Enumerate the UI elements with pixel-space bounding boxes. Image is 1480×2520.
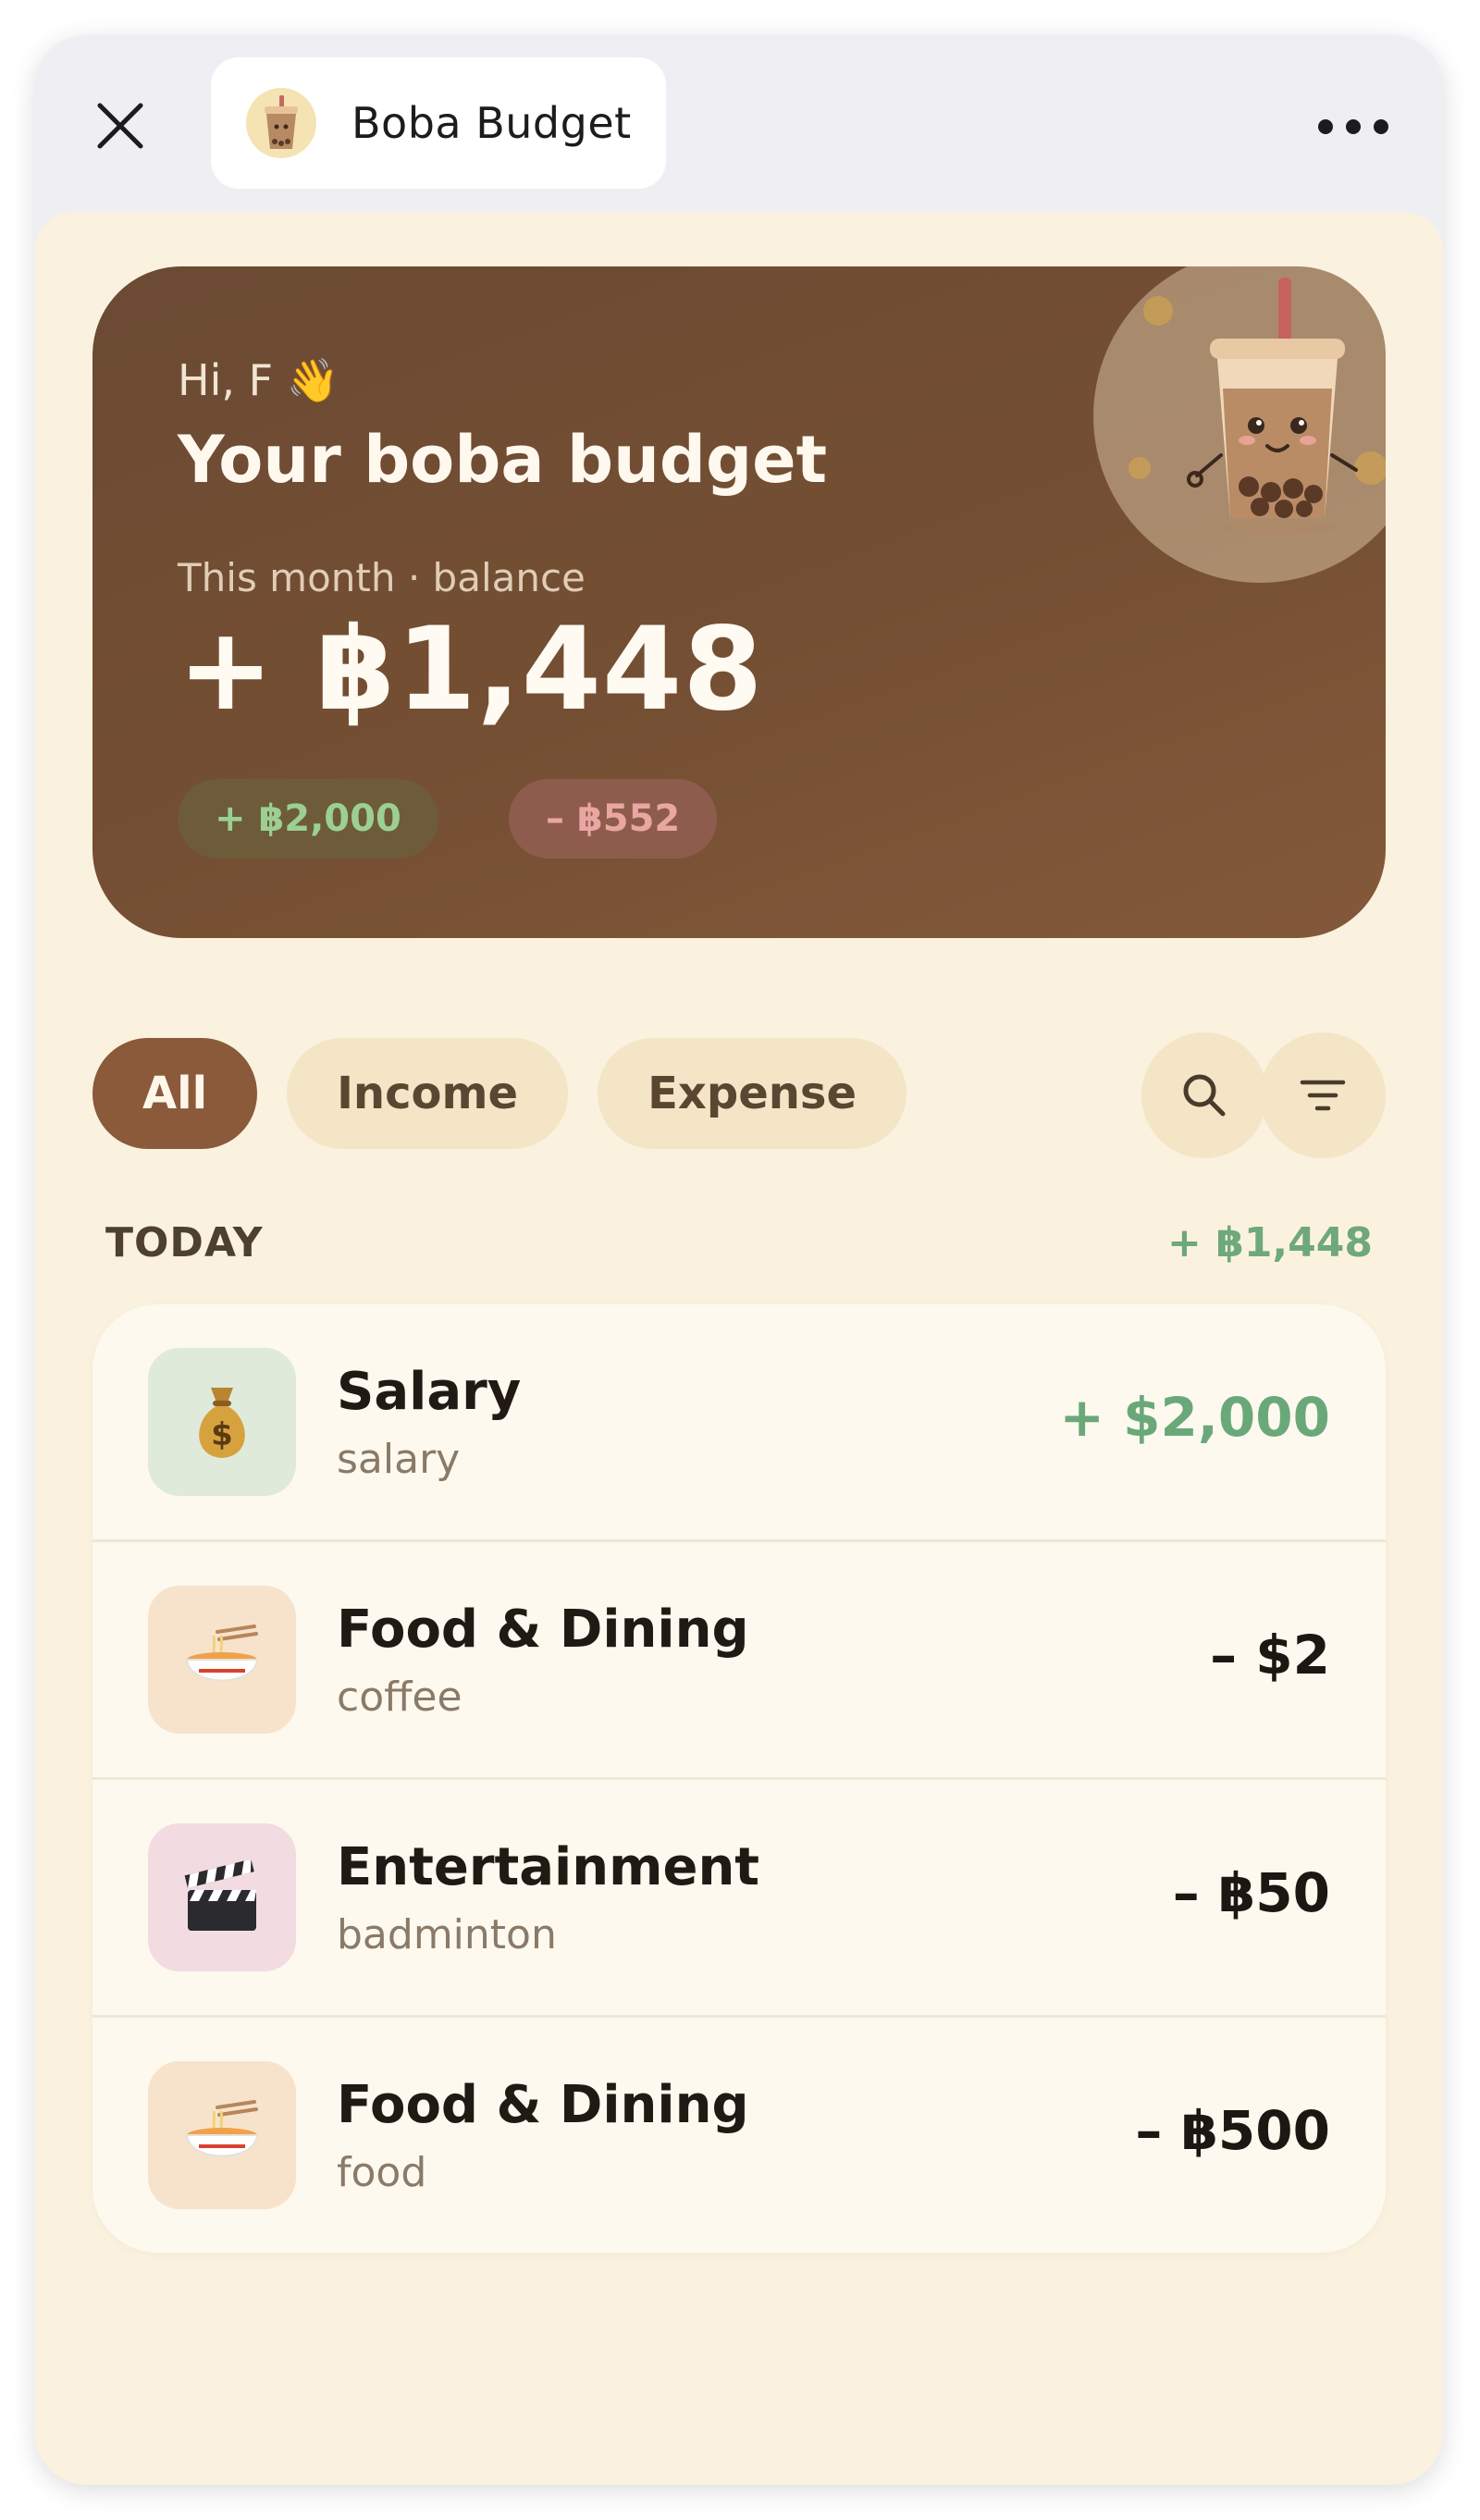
filter-tabs: All Income Expense	[92, 1038, 907, 1149]
transaction-amount: – ฿500	[1135, 2099, 1330, 2162]
clapperboard-icon	[148, 1823, 296, 1971]
filter-income-tab[interactable]: Income	[287, 1038, 569, 1149]
transaction-row[interactable]: Food & Dining coffee – $2	[92, 1542, 1386, 1780]
more-options-button[interactable]	[1312, 94, 1395, 159]
boba-mascot-icon	[1128, 278, 1386, 535]
filter-expense-tab[interactable]: Expense	[598, 1038, 907, 1149]
transaction-title: Salary	[337, 1362, 522, 1422]
filter-all-tab[interactable]: All	[92, 1038, 258, 1149]
transaction-title: Food & Dining	[337, 1600, 749, 1660]
income-total-chip: + ฿2,000	[178, 779, 438, 859]
balance-label: This month · balance	[178, 555, 586, 600]
transaction-note: food	[337, 2149, 427, 2196]
boba-mascot-badge	[1093, 266, 1386, 583]
app-window: Boba Budget Hi, F 👋 Your boba budget Thi…	[35, 35, 1443, 2485]
transaction-amount: + $2,000	[1059, 1386, 1330, 1449]
transaction-note: coffee	[337, 1674, 462, 1721]
app-logo	[246, 88, 316, 158]
main-content: Hi, F 👋 Your boba budget This month · ba…	[35, 213, 1443, 2485]
transaction-row[interactable]: $ Salary salary + $2,000	[92, 1304, 1386, 1542]
filter-lines-icon	[1300, 1080, 1346, 1111]
transaction-list: $ Salary salary + $2,000 Food & Dining c…	[92, 1304, 1386, 2253]
close-button[interactable]	[83, 89, 157, 163]
app-title-pill[interactable]: Boba Budget	[211, 57, 666, 189]
boba-cup-icon	[265, 95, 298, 149]
balance-amount: + ฿1,448	[178, 603, 764, 736]
transaction-note: badminton	[337, 1911, 557, 1958]
section-total: + ฿1,448	[1167, 1219, 1373, 1266]
transaction-row[interactable]: Entertainment badminton – ฿50	[92, 1780, 1386, 2018]
hero-title: Your boba budget	[178, 422, 828, 498]
noodle-bowl-icon	[148, 1586, 296, 1734]
transaction-title: Entertainment	[337, 1837, 760, 1897]
app-title: Boba Budget	[352, 98, 632, 148]
transaction-amount: – ฿50	[1172, 1861, 1330, 1924]
noodle-bowl-icon	[148, 2061, 296, 2209]
money-bag-icon: $	[148, 1348, 296, 1496]
top-bar: Boba Budget	[35, 35, 1443, 211]
search-icon	[1183, 1074, 1226, 1117]
transaction-amount: – $2	[1210, 1624, 1330, 1686]
transaction-row[interactable]: Food & Dining food – ฿500	[92, 2018, 1386, 2253]
close-icon	[97, 103, 143, 149]
expense-total-chip: – ฿552	[509, 779, 718, 859]
balance-card: Hi, F 👋 Your boba budget This month · ba…	[92, 266, 1386, 938]
section-title-today: TODAY	[105, 1219, 264, 1266]
more-dots-icon	[1318, 119, 1388, 134]
transaction-note: salary	[337, 1436, 461, 1483]
greeting-text: Hi, F 👋	[178, 355, 339, 405]
transaction-title: Food & Dining	[337, 2075, 749, 2135]
svg-text:$: $	[211, 1416, 233, 1453]
filter-sort-button[interactable]	[1260, 1032, 1386, 1158]
search-button[interactable]	[1141, 1032, 1267, 1158]
